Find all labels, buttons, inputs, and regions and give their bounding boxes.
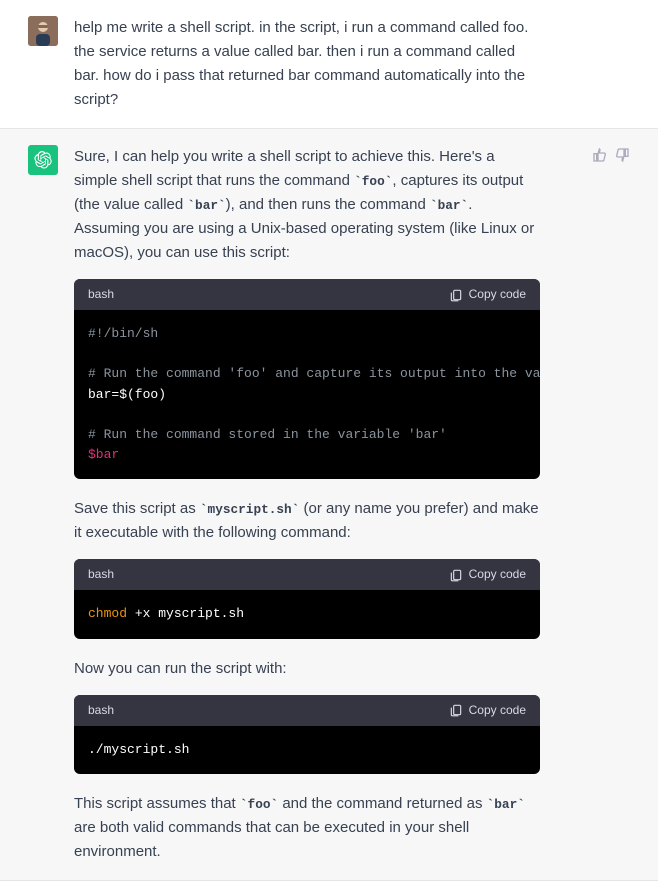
assistant-avatar xyxy=(28,145,58,175)
copy-label: Copy code xyxy=(469,285,526,304)
code-header: bash Copy code xyxy=(74,279,540,310)
user-text: help me write a shell script. in the scr… xyxy=(74,16,570,112)
inline-code-bar: `bar` xyxy=(487,797,525,812)
code-token: chmod xyxy=(88,606,127,621)
copy-code-button[interactable]: Copy code xyxy=(449,701,526,720)
copy-code-button[interactable]: Copy code xyxy=(449,565,526,584)
code-header: bash Copy code xyxy=(74,695,540,726)
code-line: # Run the command stored in the variable… xyxy=(88,427,447,442)
inline-code-foo: `foo` xyxy=(354,174,392,189)
text: ), and then runs the command xyxy=(226,196,430,213)
code-header: bash Copy code xyxy=(74,559,540,590)
inline-code-bar: `bar` xyxy=(187,198,225,213)
code-line: bar=$(foo) xyxy=(88,387,166,402)
copy-label: Copy code xyxy=(469,701,526,720)
text: and the command returned as xyxy=(278,795,486,812)
code-line: $bar xyxy=(88,447,119,462)
avatar-image xyxy=(28,16,58,46)
intro-paragraph: Sure, I can help you write a shell scrip… xyxy=(74,145,540,265)
user-message: help me write a shell script. in the scr… xyxy=(0,0,658,128)
clipboard-icon xyxy=(449,568,463,582)
text: are both valid commands that can be exec… xyxy=(74,819,469,860)
code-line: #!/bin/sh xyxy=(88,326,158,341)
feedback-buttons xyxy=(586,145,630,864)
text: Save this script as xyxy=(74,500,200,517)
outro-paragraph: This script assumes that `foo` and the c… xyxy=(74,792,540,864)
code-line: ./myscript.sh xyxy=(88,742,189,757)
text: This script assumes that xyxy=(74,795,240,812)
code-token: +x myscript.sh xyxy=(127,606,244,621)
inline-code-bar: `bar` xyxy=(430,198,468,213)
mid-paragraph-2: Now you can run the script with: xyxy=(74,657,540,681)
inline-code-foo: `foo` xyxy=(240,797,278,812)
user-feedback-slot xyxy=(586,16,630,112)
code-block-script: bash Copy code #!/bin/sh # Run the comma… xyxy=(74,279,540,479)
code-lang-label: bash xyxy=(88,285,114,304)
code-block-chmod: bash Copy code chmod +x myscript.sh xyxy=(74,559,540,638)
mid-paragraph-1: Save this script as `myscript.sh` (or an… xyxy=(74,497,540,545)
assistant-message: Sure, I can help you write a shell scrip… xyxy=(0,128,658,881)
thumbs-up-icon[interactable] xyxy=(592,147,608,163)
openai-icon xyxy=(34,151,52,169)
code-lang-label: bash xyxy=(88,701,114,720)
code-body[interactable]: ./myscript.sh xyxy=(74,726,540,774)
clipboard-icon xyxy=(449,703,463,717)
code-line: # Run the command 'foo' and capture its … xyxy=(88,366,540,381)
thumbs-down-icon[interactable] xyxy=(614,147,630,163)
code-block-run: bash Copy code ./myscript.sh xyxy=(74,695,540,774)
code-body[interactable]: #!/bin/sh # Run the command 'foo' and ca… xyxy=(74,310,540,479)
copy-code-button[interactable]: Copy code xyxy=(449,285,526,304)
code-body[interactable]: chmod +x myscript.sh xyxy=(74,590,540,638)
user-prompt: help me write a shell script. in the scr… xyxy=(74,16,540,112)
assistant-content: Sure, I can help you write a shell scrip… xyxy=(74,145,570,864)
code-lang-label: bash xyxy=(88,565,114,584)
user-avatar xyxy=(28,16,58,46)
clipboard-icon xyxy=(449,288,463,302)
inline-code-filename: `myscript.sh` xyxy=(200,502,299,517)
copy-label: Copy code xyxy=(469,565,526,584)
